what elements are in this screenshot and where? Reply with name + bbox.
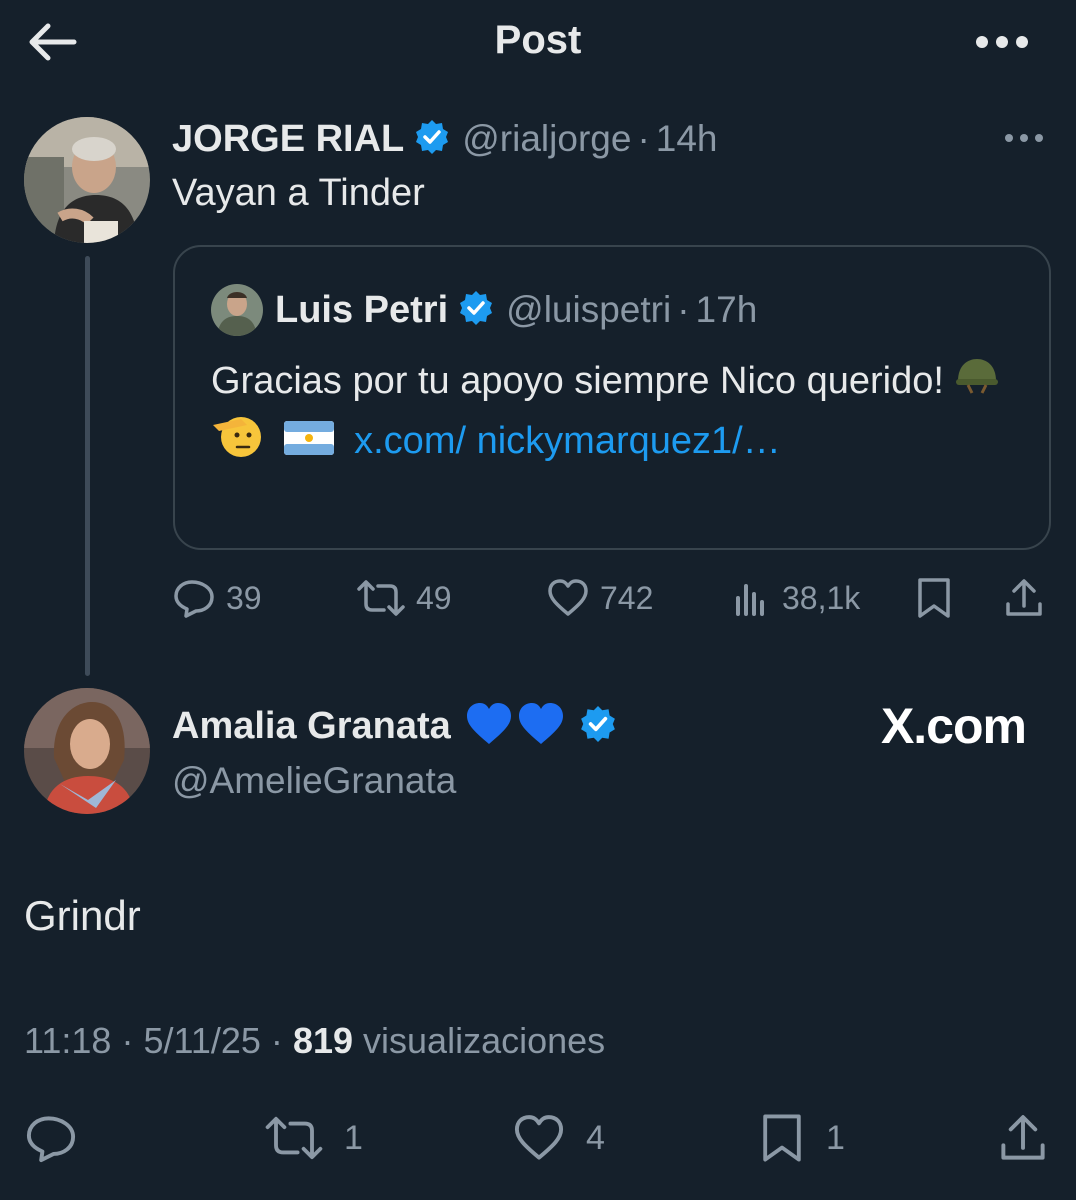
like-count: 4 xyxy=(586,1118,605,1157)
separator-dot: · xyxy=(270,1020,283,1061)
quote-avatar[interactable] xyxy=(211,284,263,336)
heart-icon xyxy=(514,1115,564,1160)
reply-author-name[interactable]: Amalia Granata xyxy=(172,705,451,748)
repost-count: 1 xyxy=(344,1118,363,1157)
analytics-icon xyxy=(736,584,764,616)
tweet-more-button[interactable] xyxy=(1002,122,1046,154)
views-label: visualizaciones xyxy=(363,1020,606,1061)
page-title: Post xyxy=(494,18,582,62)
post-metadata: 11:18 · 5/11/25 · 819 visualizaciones xyxy=(24,1020,605,1062)
separator-dot: · xyxy=(637,118,650,159)
verified-badge-icon xyxy=(579,705,617,748)
like-count: 742 xyxy=(600,579,654,616)
share-icon xyxy=(1001,1115,1045,1160)
military-helmet-emoji xyxy=(954,355,1000,411)
more-horizontal-icon xyxy=(976,36,1028,48)
reply-author-handle[interactable]: @AmelieGranata xyxy=(172,760,456,802)
tweet-action-bar: 39 49 742 38,1k xyxy=(172,570,1052,626)
post-action-bar: 1 4 1 xyxy=(0,1108,1076,1168)
like-button[interactable]: 4 xyxy=(512,1108,605,1168)
saluting-face-emoji xyxy=(211,411,263,475)
avatar-photo xyxy=(24,688,150,814)
quote-author-handle[interactable]: @luispetri xyxy=(506,289,671,331)
repost-button[interactable]: 49 xyxy=(356,570,452,626)
share-icon xyxy=(1006,579,1042,616)
author-name[interactable]: JORGE RIAL xyxy=(172,118,404,161)
post-time[interactable]: 11:18 xyxy=(24,1020,111,1061)
quote-link[interactable]: x.com/ nickymarquez1/… xyxy=(354,420,781,462)
avatar-photo xyxy=(211,284,263,336)
quote-author-name[interactable]: Luis Petri xyxy=(275,289,448,332)
bookmark-button[interactable] xyxy=(914,570,954,626)
x-com-watermark: X.com xyxy=(880,698,1027,754)
repost-count: 49 xyxy=(416,579,452,616)
reply-header: Amalia Granata xyxy=(172,698,629,754)
more-horizontal-icon xyxy=(1005,134,1043,142)
share-button[interactable] xyxy=(1002,570,1046,626)
quote-header: Luis Petri @luispetri · 17h xyxy=(211,283,757,337)
separator-dot: · xyxy=(677,289,690,330)
views-button[interactable]: 38,1k xyxy=(732,570,860,626)
verified-badge-icon xyxy=(414,119,450,160)
post-page: Post JORGE RIAL @rialjorge · 14h Vayan a… xyxy=(0,0,1076,1200)
avatar-photo xyxy=(24,117,150,243)
views-count: 38,1k xyxy=(782,579,861,616)
quote-text-body: Gracias por tu apoyo siempre Nico querid… xyxy=(211,360,944,402)
reply-button[interactable]: 39 xyxy=(172,570,262,626)
quoted-tweet[interactable]: Luis Petri @luispetri · 17h Gracias por … xyxy=(173,245,1051,550)
repost-button[interactable]: 1 xyxy=(264,1108,363,1168)
quote-time[interactable]: 17h xyxy=(696,289,758,331)
tweet-header: JORGE RIAL @rialjorge · 14h xyxy=(172,116,718,162)
bookmark-icon xyxy=(918,578,950,618)
tweet-time[interactable]: 14h xyxy=(656,118,718,160)
share-button[interactable] xyxy=(996,1108,1050,1168)
reply-button[interactable] xyxy=(24,1108,78,1168)
argentina-flag-emoji xyxy=(283,415,334,471)
quote-text: Gracias por tu apoyo siempre Nico querid… xyxy=(211,353,1011,475)
repost-icon xyxy=(357,580,405,616)
reply-text: Grindr xyxy=(24,892,141,939)
bookmark-icon xyxy=(763,1114,801,1162)
heart-icon xyxy=(548,579,588,616)
reply-icon xyxy=(26,1116,76,1163)
header: Post xyxy=(0,0,1076,84)
tweet-text: Vayan a Tinder xyxy=(172,172,425,214)
reply-count: 39 xyxy=(226,579,262,616)
verified-badge-icon xyxy=(458,290,494,331)
avatar[interactable] xyxy=(24,117,150,243)
repost-icon xyxy=(265,1116,323,1160)
author-handle[interactable]: @rialjorge xyxy=(462,118,631,160)
more-options-button[interactable] xyxy=(972,26,1032,58)
avatar[interactable] xyxy=(24,688,150,814)
reply-icon xyxy=(174,580,214,618)
bookmark-count: 1 xyxy=(826,1118,845,1157)
separator-dot: · xyxy=(121,1020,134,1061)
thread-connector xyxy=(85,256,90,676)
views-count[interactable]: 819 xyxy=(293,1020,353,1061)
like-button[interactable]: 742 xyxy=(546,570,653,626)
bookmark-button[interactable]: 1 xyxy=(758,1108,845,1168)
post-date[interactable]: 5/11/25 xyxy=(143,1020,260,1061)
blue-heart-emoji xyxy=(465,700,565,753)
